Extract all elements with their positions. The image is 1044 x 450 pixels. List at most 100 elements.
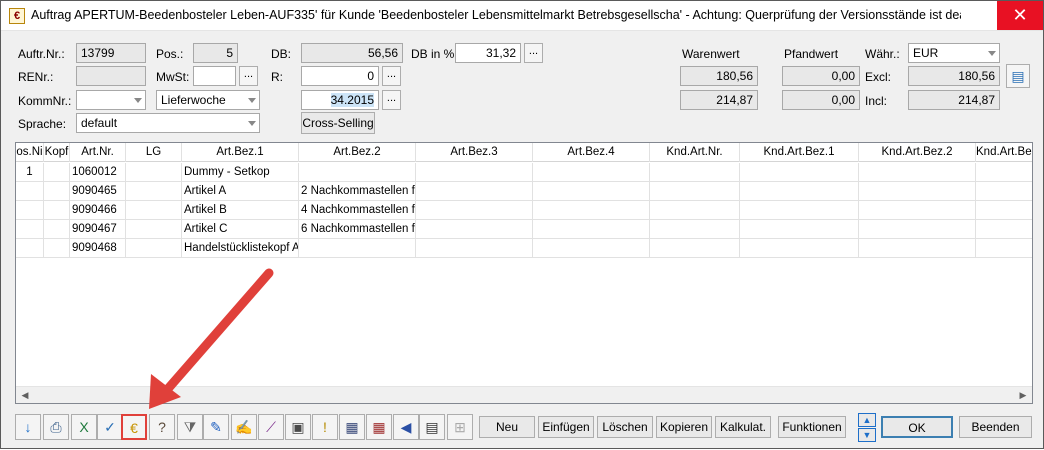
table-cell[interactable] <box>126 220 182 239</box>
grid-alert-icon[interactable]: ▦ <box>366 414 392 440</box>
table-cell[interactable]: 1 <box>16 163 44 182</box>
table-row[interactable]: 9090466 Artikel B4 Nachkommastellen fü <box>16 201 1032 220</box>
horizontal-scrollbar[interactable]: ◀ ▶ <box>16 386 1032 403</box>
table-cell[interactable]: Handelstücklistekopf A <box>182 239 299 258</box>
table-cell[interactable]: 4 Nachkommastellen fü <box>299 201 416 220</box>
column-header[interactable]: os.Ni <box>16 143 44 162</box>
pos-field[interactable]: 5 <box>193 43 238 63</box>
kommnr-dropdown[interactable] <box>76 90 146 110</box>
column-header[interactable]: Art.Nr. <box>70 143 126 162</box>
table-cell[interactable] <box>44 182 70 201</box>
info-card-icon[interactable]: ▣ <box>285 414 311 440</box>
info-warning-icon[interactable]: ! <box>312 414 338 440</box>
table-cell[interactable] <box>650 220 740 239</box>
column-header[interactable]: Art.Bez.1 <box>182 143 299 162</box>
db-field[interactable]: 56,56 <box>301 43 403 63</box>
table-cell[interactable] <box>650 163 740 182</box>
table-cell[interactable]: 1060012 <box>70 163 126 182</box>
table-cell[interactable] <box>859 182 976 201</box>
table-cell[interactable] <box>976 220 1032 239</box>
db-pct-field[interactable]: 31,32 <box>455 43 521 63</box>
loeschen-button[interactable]: Löschen <box>597 416 653 438</box>
table-cell[interactable]: 2 Nachkommastellen für <box>299 182 416 201</box>
table-cell[interactable] <box>740 201 859 220</box>
column-header[interactable]: Knd.Art.Bez <box>976 143 1032 162</box>
table-cell[interactable] <box>740 182 859 201</box>
table-cell[interactable] <box>126 182 182 201</box>
table-cell[interactable]: 6 Nachkommastellen für <box>299 220 416 239</box>
table-row[interactable]: 1 1060012 Dummy - Setkop <box>16 163 1032 182</box>
einfuegen-button[interactable]: Einfügen <box>538 416 594 438</box>
kopieren-button[interactable]: Kopieren <box>656 416 712 438</box>
table-cell[interactable] <box>533 239 650 258</box>
table-cell[interactable] <box>740 163 859 182</box>
table-cell[interactable] <box>416 163 533 182</box>
table-cell[interactable] <box>533 220 650 239</box>
table-row[interactable]: 9090467 Artikel C6 Nachkommastellen für <box>16 220 1032 239</box>
table-cell[interactable] <box>299 163 416 182</box>
table-cell[interactable] <box>859 220 976 239</box>
table-cell[interactable] <box>44 201 70 220</box>
table-cell[interactable] <box>16 220 44 239</box>
table-cell[interactable] <box>650 201 740 220</box>
mwst-more-button[interactable]: ... <box>239 66 258 86</box>
table-cell[interactable] <box>976 182 1032 201</box>
table-cell[interactable] <box>650 182 740 201</box>
calculator-icon[interactable]: ▤ <box>419 414 445 440</box>
lieferwoche-field[interactable]: 34.2015 <box>301 90 379 110</box>
move-up-button[interactable]: ▲ <box>858 413 876 427</box>
table-cell[interactable]: 9090466 <box>70 201 126 220</box>
column-header[interactable]: Art.Bez.2 <box>299 143 416 162</box>
renr-field[interactable] <box>76 66 146 86</box>
table-cell[interactable]: 9090467 <box>70 220 126 239</box>
table-cell[interactable]: Artikel C <box>182 220 299 239</box>
table-row[interactable]: 9090468 Handelstücklistekopf A <box>16 239 1032 258</box>
move-down-button[interactable]: ▼ <box>858 428 876 442</box>
table-cell[interactable] <box>16 182 44 201</box>
column-header[interactable]: Knd.Art.Nr. <box>650 143 740 162</box>
scroll-right-icon[interactable]: ▶ <box>1016 389 1030 402</box>
table-cell[interactable] <box>650 239 740 258</box>
column-header[interactable]: Art.Bez.3 <box>416 143 533 162</box>
lieferwoche-dropdown[interactable]: Lieferwoche <box>156 90 260 110</box>
edit-money-icon[interactable]: ✍ <box>231 414 257 440</box>
waehrung-dropdown[interactable]: EUR <box>908 43 1000 63</box>
money-cycle-icon[interactable]: € <box>121 414 147 440</box>
table-cell[interactable] <box>976 201 1032 220</box>
excl-field[interactable]: 180,56 <box>908 66 1000 86</box>
warenwert-excl-field[interactable]: 180,56 <box>680 66 758 86</box>
beenden-button[interactable]: Beenden <box>959 416 1032 438</box>
table-cell[interactable]: 9090465 <box>70 182 126 201</box>
table-cell[interactable] <box>416 220 533 239</box>
close-button[interactable]: ✕ <box>997 1 1043 30</box>
table-cell[interactable] <box>533 163 650 182</box>
warenwert-incl-field[interactable]: 214,87 <box>680 90 758 110</box>
column-header[interactable]: Knd.Art.Bez.2 <box>859 143 976 162</box>
print-icon[interactable]: ⎙ <box>43 414 69 440</box>
check-document-icon[interactable]: ✓ <box>97 414 123 440</box>
neu-button[interactable]: Neu <box>479 416 535 438</box>
table-cell[interactable] <box>126 239 182 258</box>
mwst-field[interactable] <box>193 66 236 86</box>
table-cell[interactable] <box>44 239 70 258</box>
table-cell[interactable] <box>16 239 44 258</box>
column-header[interactable]: Kopf <box>44 143 70 162</box>
cross-selling-button[interactable]: Cross-Selling <box>301 112 375 134</box>
table-cell[interactable]: Artikel A <box>182 182 299 201</box>
table-row[interactable]: 9090465 Artikel A2 Nachkommastellen für <box>16 182 1032 201</box>
table-cell[interactable] <box>859 201 976 220</box>
table-cell[interactable] <box>740 239 859 258</box>
table-cell[interactable] <box>299 239 416 258</box>
pfandwert-excl-field[interactable]: 0,00 <box>782 66 860 86</box>
excel-icon[interactable]: X <box>71 414 97 440</box>
table-cell[interactable] <box>859 163 976 182</box>
tree-icon[interactable]: ⊞ <box>447 414 473 440</box>
table-cell[interactable] <box>416 239 533 258</box>
funktionen-button[interactable]: Funktionen <box>778 416 846 438</box>
lieferwoche-more-button[interactable]: ... <box>382 90 401 110</box>
r-field[interactable]: 0 <box>301 66 379 86</box>
table-cell[interactable] <box>533 182 650 201</box>
table-cell[interactable] <box>533 201 650 220</box>
table-cell[interactable] <box>416 182 533 201</box>
ok-button[interactable]: OK <box>881 416 953 438</box>
